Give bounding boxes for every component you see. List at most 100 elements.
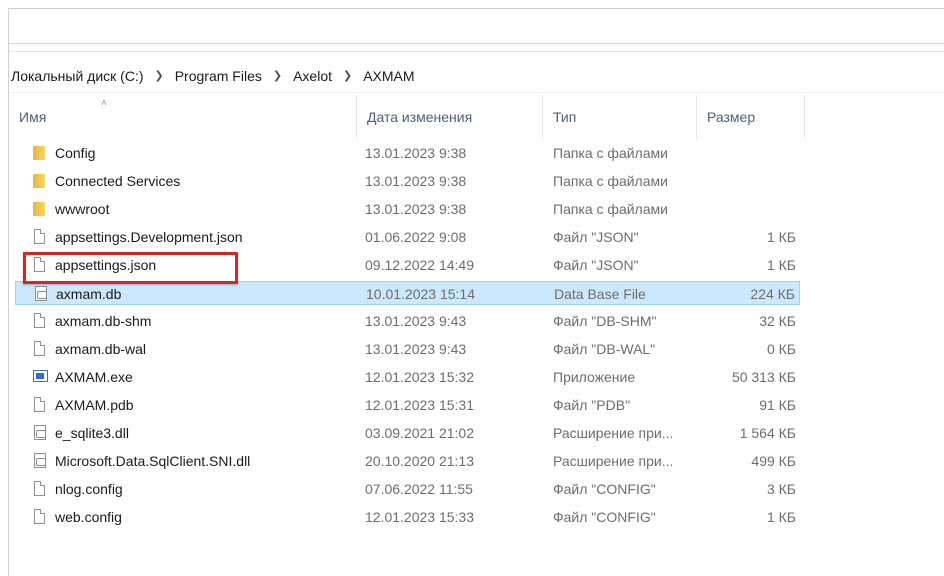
sort-ascending-icon: ˄ — [101, 98, 107, 109]
file-name: e_sqlite3.dll — [55, 425, 129, 441]
breadcrumb-item-local-disk[interactable]: Локальный диск (C:) — [9, 66, 146, 86]
file-type: Файл "JSON" — [553, 229, 639, 245]
file-type: Папка с файлами — [553, 201, 668, 217]
file-size: 3 КБ — [766, 481, 796, 497]
file-name: web.config — [55, 509, 122, 525]
file-type: Файл "CONFIG" — [553, 509, 656, 525]
column-header-date-label: Дата изменения — [367, 109, 473, 125]
file-size — [706, 169, 796, 193]
file-type: Папка с файлами — [553, 173, 668, 189]
file-type: Файл "CONFIG" — [553, 481, 656, 497]
file-icon — [33, 509, 47, 525]
file-type: Расширение при... — [553, 453, 674, 469]
file-date: 20.10.2020 21:13 — [365, 453, 474, 469]
file-size — [706, 141, 796, 165]
file-date: 13.01.2023 9:43 — [365, 313, 467, 329]
file-type: Data Base File — [554, 286, 646, 302]
file-date: 03.09.2021 21:02 — [365, 425, 474, 441]
chevron-right-icon[interactable]: ❯ — [273, 69, 282, 82]
file-type: Файл "JSON" — [553, 257, 639, 273]
column-header-type-label: Тип — [553, 109, 577, 125]
file-name: axmam.db-shm — [55, 313, 152, 329]
file-name: nlog.config — [55, 481, 123, 497]
folder-icon — [33, 201, 47, 217]
file-name: Config — [55, 145, 96, 161]
dll-icon — [33, 425, 47, 441]
chevron-right-icon[interactable]: ❯ — [155, 69, 164, 82]
file-date: 07.06.2022 11:55 — [365, 481, 473, 497]
file-type: Файл "DB-WAL" — [553, 341, 656, 357]
list-item[interactable]: AXMAM.exe 12.01.2023 15:32 Приложение 50… — [15, 365, 800, 389]
list-item[interactable]: axmam.db-shm 13.01.2023 9:43 Файл "DB-SH… — [15, 309, 800, 333]
file-date: 13.01.2023 9:43 — [365, 341, 467, 357]
file-size: 1 564 КБ — [739, 425, 796, 441]
file-size: 1 КБ — [766, 257, 796, 273]
file-name: Microsoft.Data.SqlClient.SNI.dll — [55, 453, 251, 469]
column-header-date[interactable]: Дата изменения — [357, 95, 543, 139]
file-explorer-window: Локальный диск (C:) ❯ Program Files ❯ Ax… — [8, 8, 944, 576]
breadcrumb-item-axmam[interactable]: AXMAM — [361, 66, 416, 86]
database-file-icon — [34, 286, 48, 302]
list-item[interactable]: nlog.config 07.06.2022 11:55 Файл "CONFI… — [15, 477, 800, 501]
file-date: 13.01.2023 9:38 — [365, 145, 467, 161]
list-item[interactable]: wwwroot 13.01.2023 9:38 Папка с файлами — [15, 197, 800, 221]
list-item[interactable]: Config 13.01.2023 9:38 Папка с файлами — [15, 141, 800, 165]
file-icon — [33, 481, 47, 497]
file-size: 224 КБ — [750, 286, 795, 302]
folder-icon — [33, 145, 47, 161]
file-size: 1 КБ — [766, 509, 796, 525]
chevron-right-icon[interactable]: ❯ — [343, 69, 352, 82]
file-type: Приложение — [553, 369, 636, 385]
list-item[interactable]: appsettings.Development.json 01.06.2022 … — [15, 225, 800, 249]
file-name: wwwroot — [55, 201, 110, 217]
list-item[interactable]: e_sqlite3.dll 03.09.2021 21:02 Расширени… — [15, 421, 800, 445]
file-type: Файл "DB-SHM" — [553, 313, 657, 329]
file-size: 32 КБ — [759, 313, 796, 329]
list-item[interactable]: web.config 12.01.2023 15:33 Файл "CONFIG… — [15, 505, 800, 529]
column-header-name-label: Имя — [19, 109, 47, 125]
list-item[interactable]: Connected Services 13.01.2023 9:38 Папка… — [15, 169, 800, 193]
list-item[interactable]: AXMAM.pdb 12.01.2023 15:31 Файл "PDB" 91… — [15, 393, 800, 417]
file-size: 91 КБ — [759, 397, 796, 413]
file-type: Файл "PDB" — [553, 397, 631, 413]
file-date: 12.01.2023 15:31 — [365, 397, 474, 413]
file-date: 12.01.2023 15:33 — [365, 509, 474, 525]
breadcrumb-item-program-files[interactable]: Program Files — [173, 66, 264, 86]
folder-icon — [33, 173, 47, 189]
application-icon — [33, 369, 48, 385]
list-item[interactable]: Microsoft.Data.SqlClient.SNI.dll 20.10.2… — [15, 449, 800, 473]
file-date: 10.01.2023 15:14 — [366, 286, 475, 302]
column-header-size-label: Размер — [707, 109, 756, 125]
file-size: 50 313 КБ — [731, 369, 796, 385]
file-icon — [33, 313, 47, 329]
file-name: axmam.db-wal — [55, 341, 147, 357]
list-item-selected[interactable]: axmam.db 10.01.2023 15:14 Data Base File… — [15, 281, 800, 305]
file-size: 499 КБ — [751, 453, 796, 469]
breadcrumb: Локальный диск (C:) ❯ Program Files ❯ Ax… — [9, 59, 944, 93]
file-icon — [33, 397, 47, 413]
file-date: 01.06.2022 9:08 — [365, 229, 467, 245]
file-date: 09.12.2022 14:49 — [365, 257, 474, 273]
file-size: 1 КБ — [766, 229, 796, 245]
file-size — [706, 197, 796, 221]
file-date: 12.01.2023 15:32 — [365, 369, 474, 385]
file-name: AXMAM.pdb — [55, 397, 134, 413]
file-type: Расширение при... — [553, 425, 674, 441]
file-type: Папка с файлами — [553, 145, 668, 161]
column-header-name[interactable]: ˄ Имя — [9, 95, 357, 139]
file-name: AXMAM.exe — [55, 369, 133, 385]
column-header-size[interactable]: Размер — [697, 95, 805, 139]
column-header-type[interactable]: Тип — [543, 95, 697, 139]
breadcrumb-item-axelot[interactable]: Axelot — [291, 66, 334, 86]
toolbar-area — [9, 9, 944, 44]
file-date: 13.01.2023 9:38 — [365, 201, 467, 217]
dll-icon — [33, 453, 47, 469]
file-name: axmam.db — [56, 286, 122, 302]
list-item[interactable]: axmam.db-wal 13.01.2023 9:43 Файл "DB-WA… — [15, 337, 800, 361]
file-size: 0 КБ — [766, 341, 796, 357]
highlight-box — [23, 252, 238, 284]
file-icon — [33, 229, 47, 245]
file-name: Connected Services — [55, 173, 181, 189]
divider — [9, 51, 944, 52]
column-header-row: ˄ Имя Дата изменения Тип Размер — [9, 95, 944, 139]
